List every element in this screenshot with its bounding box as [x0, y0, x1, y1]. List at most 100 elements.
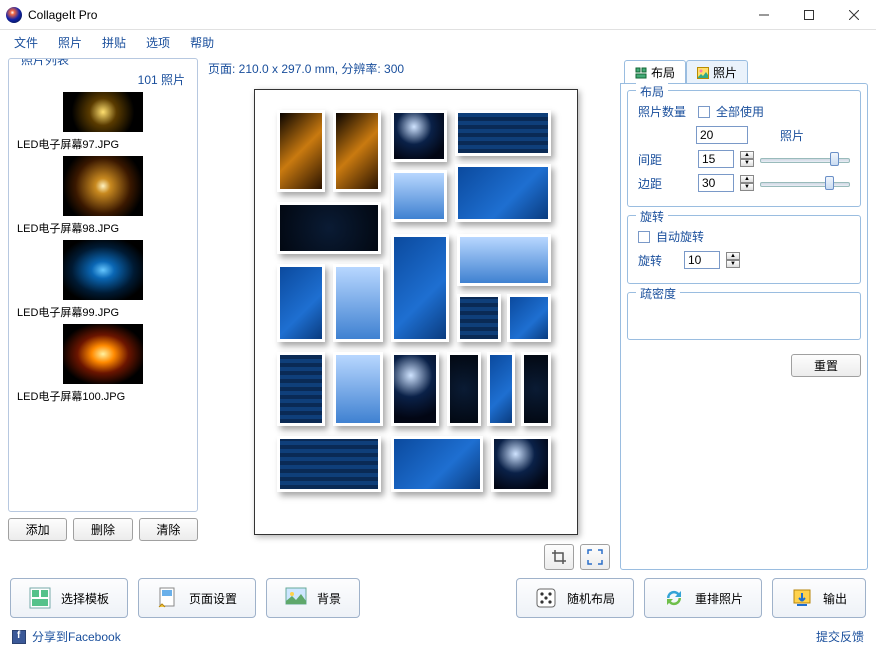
- photo-icon: [697, 67, 709, 79]
- collage-cell[interactable]: [455, 110, 551, 156]
- density-legend: 疏密度: [636, 285, 680, 302]
- collage-cell[interactable]: [391, 170, 447, 222]
- collage-cell[interactable]: [457, 294, 501, 342]
- collage-cell[interactable]: [391, 436, 483, 492]
- button-label: 背景: [317, 590, 341, 607]
- auto-rotate-checkbox[interactable]: [638, 231, 650, 243]
- collage-cell[interactable]: [277, 352, 325, 426]
- left-column: 照片列表 101 照片 LED电子屏幕97.JPG LED电子屏幕98.JPG …: [8, 58, 198, 570]
- button-label: 输出: [823, 590, 847, 607]
- menu-options[interactable]: 选项: [138, 32, 178, 53]
- share-facebook-link[interactable]: 分享到Facebook: [32, 628, 121, 645]
- button-label: 随机布局: [567, 590, 615, 607]
- use-all-checkbox[interactable]: [698, 106, 710, 118]
- photo-list-buttons: 添加 删除 清除: [8, 518, 198, 541]
- collage-cell[interactable]: [521, 352, 551, 426]
- close-button[interactable]: [831, 0, 876, 29]
- menu-photo[interactable]: 照片: [50, 32, 90, 53]
- collage-cell[interactable]: [277, 436, 381, 492]
- thumbnail-image: [63, 156, 143, 216]
- margin-spinner[interactable]: ▲▼: [740, 175, 754, 191]
- collage-cell[interactable]: [491, 436, 551, 492]
- collage-cell[interactable]: [333, 110, 381, 192]
- page-icon: [157, 587, 179, 609]
- page-setup-button[interactable]: 页面设置: [138, 578, 256, 618]
- tab-label: 照片: [713, 64, 737, 81]
- spacing-spinner[interactable]: ▲▼: [740, 151, 754, 167]
- random-layout-button[interactable]: 随机布局: [516, 578, 634, 618]
- collage-cell[interactable]: [277, 264, 325, 342]
- spacing-input[interactable]: [698, 150, 734, 168]
- tab-photo[interactable]: 照片: [686, 60, 748, 84]
- list-item[interactable]: LED电子屏幕97.JPG: [17, 92, 189, 152]
- margin-input[interactable]: [698, 174, 734, 192]
- photo-unit-label: 照片: [780, 127, 804, 144]
- thumbnail-caption: LED电子屏幕98.JPG: [17, 220, 189, 236]
- reset-button[interactable]: 重置: [791, 354, 861, 377]
- rearrange-button[interactable]: 重排照片: [644, 578, 762, 618]
- margin-slider[interactable]: [760, 174, 850, 192]
- tabbar: 布局 照片: [620, 58, 868, 84]
- collage-cell[interactable]: [391, 234, 449, 342]
- background-button[interactable]: 背景: [266, 578, 360, 618]
- use-all-label: 全部使用: [716, 103, 764, 120]
- thumbnail-list[interactable]: LED电子屏幕97.JPG LED电子屏幕98.JPG LED电子屏幕99.JP…: [15, 90, 191, 406]
- rotate-spinner[interactable]: ▲▼: [726, 252, 740, 268]
- menu-collage[interactable]: 拼贴: [94, 32, 134, 53]
- rotate-input[interactable]: [684, 251, 720, 269]
- photo-count-input[interactable]: [696, 126, 748, 144]
- page-canvas[interactable]: [254, 89, 578, 535]
- layout-legend: 布局: [636, 83, 668, 100]
- reset-row: 重置: [627, 354, 861, 377]
- menubar: 文件 照片 拼贴 选项 帮助: [0, 30, 876, 54]
- collage-cell[interactable]: [487, 352, 515, 426]
- maximize-button[interactable]: [786, 0, 831, 29]
- tab-label: 布局: [651, 64, 675, 81]
- margin-label: 边距: [638, 175, 692, 192]
- menu-file[interactable]: 文件: [6, 32, 46, 53]
- photo-list-panel: 照片列表 101 照片 LED电子屏幕97.JPG LED电子屏幕98.JPG …: [8, 58, 198, 512]
- collage-cell[interactable]: [333, 352, 383, 426]
- collage-cell[interactable]: [391, 110, 447, 162]
- app-title: CollageIt Pro: [28, 8, 741, 22]
- window-controls: [741, 0, 876, 29]
- fit-button[interactable]: [580, 544, 610, 570]
- thumbnail-caption: LED电子屏幕100.JPG: [17, 388, 189, 404]
- main-toolbar: 选择模板 页面设置 背景 随机布局 重排照片 输出: [0, 570, 876, 626]
- layout-group: 布局 照片数量 全部使用 照片 间距 ▲▼: [627, 90, 861, 207]
- delete-button[interactable]: 删除: [73, 518, 132, 541]
- export-button[interactable]: 输出: [772, 578, 866, 618]
- collage-cell[interactable]: [277, 202, 381, 254]
- collage-cell[interactable]: [391, 352, 439, 426]
- list-item[interactable]: LED电子屏幕100.JPG: [17, 324, 189, 404]
- photo-count: 101 照片: [15, 69, 191, 90]
- collage-cell[interactable]: [277, 110, 325, 192]
- button-label: 选择模板: [61, 590, 109, 607]
- right-panel: 布局 照片数量 全部使用 照片 间距 ▲▼: [620, 83, 868, 570]
- minimize-button[interactable]: [741, 0, 786, 29]
- canvas-area[interactable]: [204, 83, 614, 538]
- menu-help[interactable]: 帮助: [182, 32, 222, 53]
- collage-cell[interactable]: [457, 234, 551, 286]
- collage-cell[interactable]: [447, 352, 481, 426]
- collage-cell[interactable]: [455, 164, 551, 222]
- spacing-slider[interactable]: [760, 150, 850, 168]
- auto-rotate-label: 自动旋转: [656, 228, 704, 245]
- photo-count-label: 照片数量: [638, 103, 692, 120]
- tab-layout[interactable]: 布局: [624, 60, 686, 84]
- select-template-button[interactable]: 选择模板: [10, 578, 128, 618]
- photo-list-legend: 照片列表: [17, 58, 73, 68]
- collage-cell[interactable]: [333, 264, 383, 342]
- center-column: 页面: 210.0 x 297.0 mm, 分辨率: 300: [204, 58, 614, 570]
- rotation-legend: 旋转: [636, 208, 668, 225]
- button-label: 重排照片: [695, 590, 743, 607]
- feedback-link[interactable]: 提交反馈: [816, 628, 864, 645]
- crop-button[interactable]: [544, 544, 574, 570]
- add-button[interactable]: 添加: [8, 518, 67, 541]
- list-item[interactable]: LED电子屏幕98.JPG: [17, 156, 189, 236]
- clear-button[interactable]: 清除: [139, 518, 198, 541]
- thumbnail-image: [63, 240, 143, 300]
- collage-cell[interactable]: [507, 294, 551, 342]
- facebook-icon: [12, 630, 26, 644]
- list-item[interactable]: LED电子屏幕99.JPG: [17, 240, 189, 320]
